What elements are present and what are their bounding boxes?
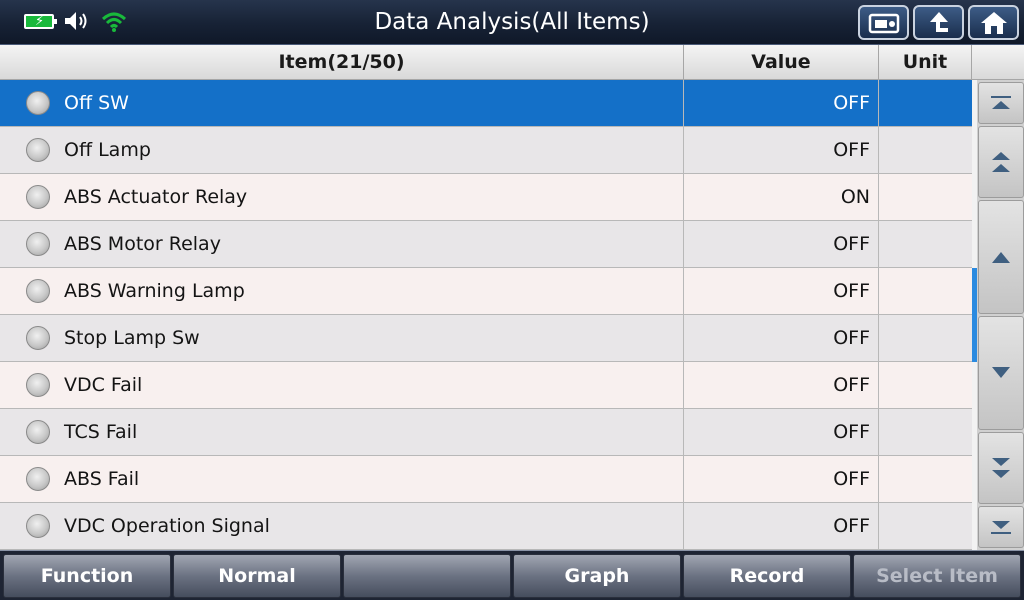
radio-button[interactable]: [26, 185, 50, 209]
item-cell: Off SW: [0, 80, 684, 126]
table-row[interactable]: ABS Fail OFF: [0, 456, 972, 503]
unit-cell: [879, 503, 972, 549]
line-down-icon: [992, 367, 1010, 378]
home-button[interactable]: [968, 5, 1019, 40]
unit-cell: [879, 268, 972, 314]
value-cell: OFF: [684, 268, 879, 314]
radio-button[interactable]: [26, 232, 50, 256]
item-cell: TCS Fail: [0, 409, 684, 455]
item-label: TCS Fail: [64, 421, 138, 443]
line-up-icon: [992, 252, 1010, 263]
radio-button[interactable]: [26, 514, 50, 538]
radio-button[interactable]: [26, 420, 50, 444]
column-header-item[interactable]: Item(21/50): [0, 45, 684, 80]
back-icon: [929, 11, 948, 32]
radio-button[interactable]: [26, 326, 50, 350]
table-row[interactable]: TCS Fail OFF: [0, 409, 972, 456]
column-header-value[interactable]: Value: [684, 45, 879, 80]
value-cell: ON: [684, 174, 879, 220]
radio-button[interactable]: [26, 467, 50, 491]
table-row[interactable]: ABS Warning Lamp OFF: [0, 268, 972, 315]
screenshot-icon: [868, 13, 899, 33]
item-label: Off Lamp: [64, 139, 151, 161]
item-cell: ABS Fail: [0, 456, 684, 502]
value-cell: OFF: [684, 409, 879, 455]
table-header: Item(21/50) Value Unit: [0, 45, 1024, 80]
scroll-top-button[interactable]: [978, 82, 1024, 124]
item-label: Off SW: [64, 92, 129, 114]
unit-cell: [879, 409, 972, 455]
item-label: ABS Motor Relay: [64, 233, 221, 255]
item-label: ABS Actuator Relay: [64, 186, 248, 208]
item-label: VDC Operation Signal: [64, 515, 270, 537]
unit-cell: [879, 456, 972, 502]
table-row[interactable]: Stop Lamp Sw OFF: [0, 315, 972, 362]
home-icon: [980, 11, 1007, 34]
item-label: ABS Warning Lamp: [64, 280, 245, 302]
screenshot-button[interactable]: [858, 5, 909, 40]
unit-cell: [879, 221, 972, 267]
title-bar: ⚡ Data Analysis(All Items): [0, 0, 1024, 45]
column-header-unit[interactable]: Unit: [879, 45, 972, 80]
table-row[interactable]: Off Lamp OFF: [0, 127, 972, 174]
item-label: ABS Fail: [64, 468, 140, 490]
scroll-bottom-button[interactable]: [978, 506, 1024, 548]
function-bar: Function Normal Graph Record Select Item: [0, 550, 1024, 600]
value-cell: OFF: [684, 503, 879, 549]
item-label: Stop Lamp Sw: [64, 327, 200, 349]
table-row[interactable]: VDC Fail OFF: [0, 362, 972, 409]
page-down-icon: [992, 458, 1010, 478]
table-row[interactable]: VDC Operation Signal OFF: [0, 503, 972, 550]
value-cell: OFF: [684, 221, 879, 267]
table-row[interactable]: Off SW OFF: [0, 80, 972, 127]
radio-button[interactable]: [26, 279, 50, 303]
item-label: VDC Fail: [64, 374, 143, 396]
back-button[interactable]: [913, 5, 964, 40]
item-cell: ABS Actuator Relay: [0, 174, 684, 220]
scroll-bottom-icon: [991, 521, 1011, 534]
line-down-button[interactable]: [978, 316, 1024, 430]
table-row[interactable]: ABS Motor Relay OFF: [0, 221, 972, 268]
item-cell: VDC Operation Signal: [0, 503, 684, 549]
record-button[interactable]: Record: [683, 554, 851, 598]
unit-cell: [879, 80, 972, 126]
value-cell: OFF: [684, 80, 879, 126]
function-button[interactable]: Function: [3, 554, 171, 598]
radio-button[interactable]: [26, 91, 50, 115]
page-down-button[interactable]: [978, 432, 1024, 504]
value-cell: OFF: [684, 456, 879, 502]
unit-cell: [879, 127, 972, 173]
page-up-icon: [992, 152, 1010, 172]
scroll-thumb[interactable]: [972, 268, 977, 362]
blank-button[interactable]: [343, 554, 511, 598]
radio-button[interactable]: [26, 373, 50, 397]
scroll-top-icon: [991, 96, 1011, 109]
table-row[interactable]: ABS Actuator Relay ON: [0, 174, 972, 221]
value-cell: OFF: [684, 127, 879, 173]
scrollbar[interactable]: [972, 80, 1024, 550]
item-cell: VDC Fail: [0, 362, 684, 408]
value-cell: OFF: [684, 315, 879, 361]
item-cell: ABS Warning Lamp: [0, 268, 684, 314]
normal-button[interactable]: Normal: [173, 554, 341, 598]
unit-cell: [879, 315, 972, 361]
value-cell: OFF: [684, 362, 879, 408]
unit-cell: [879, 362, 972, 408]
item-cell: Stop Lamp Sw: [0, 315, 684, 361]
select-item-button[interactable]: Select Item: [853, 554, 1021, 598]
item-cell: Off Lamp: [0, 127, 684, 173]
radio-button[interactable]: [26, 138, 50, 162]
unit-cell: [879, 174, 972, 220]
line-up-button[interactable]: [978, 200, 1024, 314]
item-cell: ABS Motor Relay: [0, 221, 684, 267]
graph-button[interactable]: Graph: [513, 554, 681, 598]
data-table: Off SW OFF Off Lamp OFF ABS Actuator Rel…: [0, 80, 972, 550]
page-up-button[interactable]: [978, 126, 1024, 198]
